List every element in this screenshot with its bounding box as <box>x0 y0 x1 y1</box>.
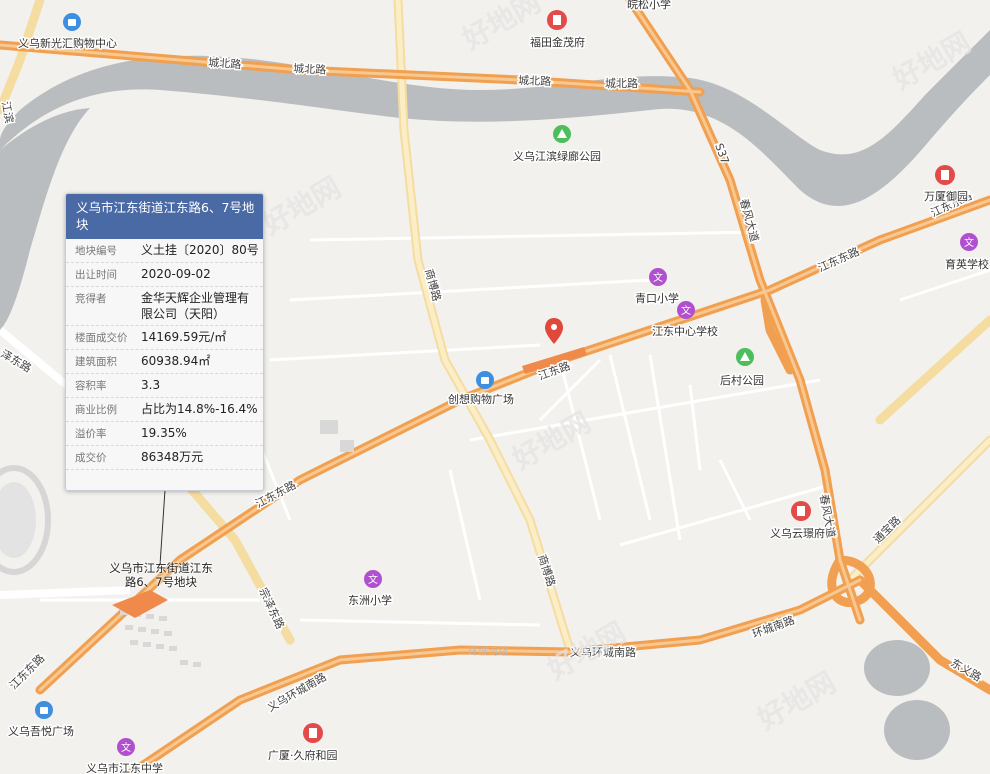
info-row: 竞得者 金华天辉企业管理有限公司（天阳） <box>66 287 263 326</box>
info-value: 金华天辉企业管理有限公司（天阳） <box>141 291 250 321</box>
poi-label: 东洲小学 <box>348 593 392 607</box>
info-value: 义土挂〔2020〕80号 <box>141 243 259 257</box>
road-label-chengbei: 城北路 <box>208 56 242 71</box>
pond <box>864 640 930 696</box>
plot-label[interactable]: 义乌市江东街道江东路6、7号地块 <box>108 561 214 589</box>
info-row: 成交价 86348万元 <box>66 446 263 470</box>
info-key: 地块编号 <box>75 245 117 257</box>
residence-icon <box>303 723 323 743</box>
info-value: 86348万元 <box>141 450 204 464</box>
info-row: 溢价率 19.35% <box>66 422 263 446</box>
road-label-chengbei: 城北路 <box>518 74 551 88</box>
poi-label: 义乌吾悦广场 <box>8 724 74 738</box>
info-value: 60938.94㎡ <box>141 354 211 368</box>
poi-label: 义乌云璟府 <box>770 526 825 540</box>
school-icon: 文 <box>960 233 978 251</box>
poi-label: 福田金茂府 <box>530 35 585 49</box>
info-key: 容积率 <box>75 380 107 392</box>
school-icon: 文 <box>364 570 382 588</box>
shopping-icon <box>63 13 81 31</box>
park-icon <box>553 125 571 143</box>
road-label-chengbei: 城北路 <box>605 77 638 90</box>
shopping-icon <box>35 701 53 719</box>
poi-label: 义乌江滨绿廊公园 <box>513 149 601 163</box>
poi-label: 创想购物广场 <box>448 392 514 406</box>
svg-text:文: 文 <box>964 236 974 249</box>
card-title: 义乌市江东街道江东路6、7号地块 <box>66 194 263 239</box>
info-key: 竞得者 <box>75 293 107 305</box>
svg-text:文: 文 <box>653 271 663 284</box>
park-icon <box>736 348 754 366</box>
info-row: 出让时间 2020-09-02 <box>66 263 263 287</box>
info-key: 楼面成交价 <box>75 332 128 344</box>
info-row: 地块编号 义土挂〔2020〕80号 <box>66 239 263 263</box>
svg-text:文: 文 <box>121 741 131 754</box>
poi-label: 后村公园 <box>720 373 764 387</box>
info-key: 商业比例 <box>75 404 117 416</box>
residence-icon <box>935 165 955 185</box>
info-row: 建筑面积 60938.94㎡ <box>66 350 263 374</box>
poi-label: 义乌市江东中学 <box>86 761 163 774</box>
land-info-card[interactable]: 义乌市江东街道江东路6、7号地块 地块编号 义土挂〔2020〕80号出让时间 202… <box>65 193 264 491</box>
poi-label: 义乌新光汇购物中心 <box>18 36 117 50</box>
info-key: 溢价率 <box>75 428 107 440</box>
school-icon: 文 <box>117 738 135 756</box>
poi-label: 广厦·久府和园 <box>268 748 338 762</box>
poi-label: 万厦御园 <box>924 189 968 203</box>
poi-label: 皖松小学 <box>627 0 671 11</box>
faint-road-label: 环城南路 <box>468 645 508 658</box>
school-icon: 文 <box>649 268 667 286</box>
residence-icon <box>791 501 811 521</box>
poi-label: 江东中心学校 <box>652 324 718 338</box>
info-key: 成交价 <box>75 452 107 464</box>
info-value: 14169.59元/㎡ <box>141 330 227 344</box>
card-rows: 地块编号 义土挂〔2020〕80号出让时间 2020-09-02 竞得者 金华天辉企业管… <box>66 239 263 470</box>
pond <box>884 700 950 760</box>
svg-text:文: 文 <box>681 304 691 317</box>
info-key: 出让时间 <box>75 269 117 281</box>
info-value: 占比为14.8%-16.4% <box>141 402 258 416</box>
info-row: 楼面成交价 14169.59元/㎡ <box>66 326 263 350</box>
svg-text:文: 文 <box>368 573 378 586</box>
info-value: 3.3 <box>141 378 161 392</box>
poi-label: 青口小学 <box>635 291 679 305</box>
info-row: 商业比例 占比为14.8%-16.4% <box>66 398 263 422</box>
road-label-chengbei: 城北路 <box>293 62 327 77</box>
info-value: 19.35% <box>141 426 187 440</box>
info-value: 2020-09-02 <box>141 267 211 281</box>
residence-icon <box>547 10 567 30</box>
info-key: 建筑面积 <box>75 356 117 368</box>
school-icon: 文 <box>677 301 695 319</box>
poi-label: 育英学校 <box>945 257 989 271</box>
info-row: 容积率 3.3 <box>66 374 263 398</box>
shopping-icon <box>476 371 494 389</box>
